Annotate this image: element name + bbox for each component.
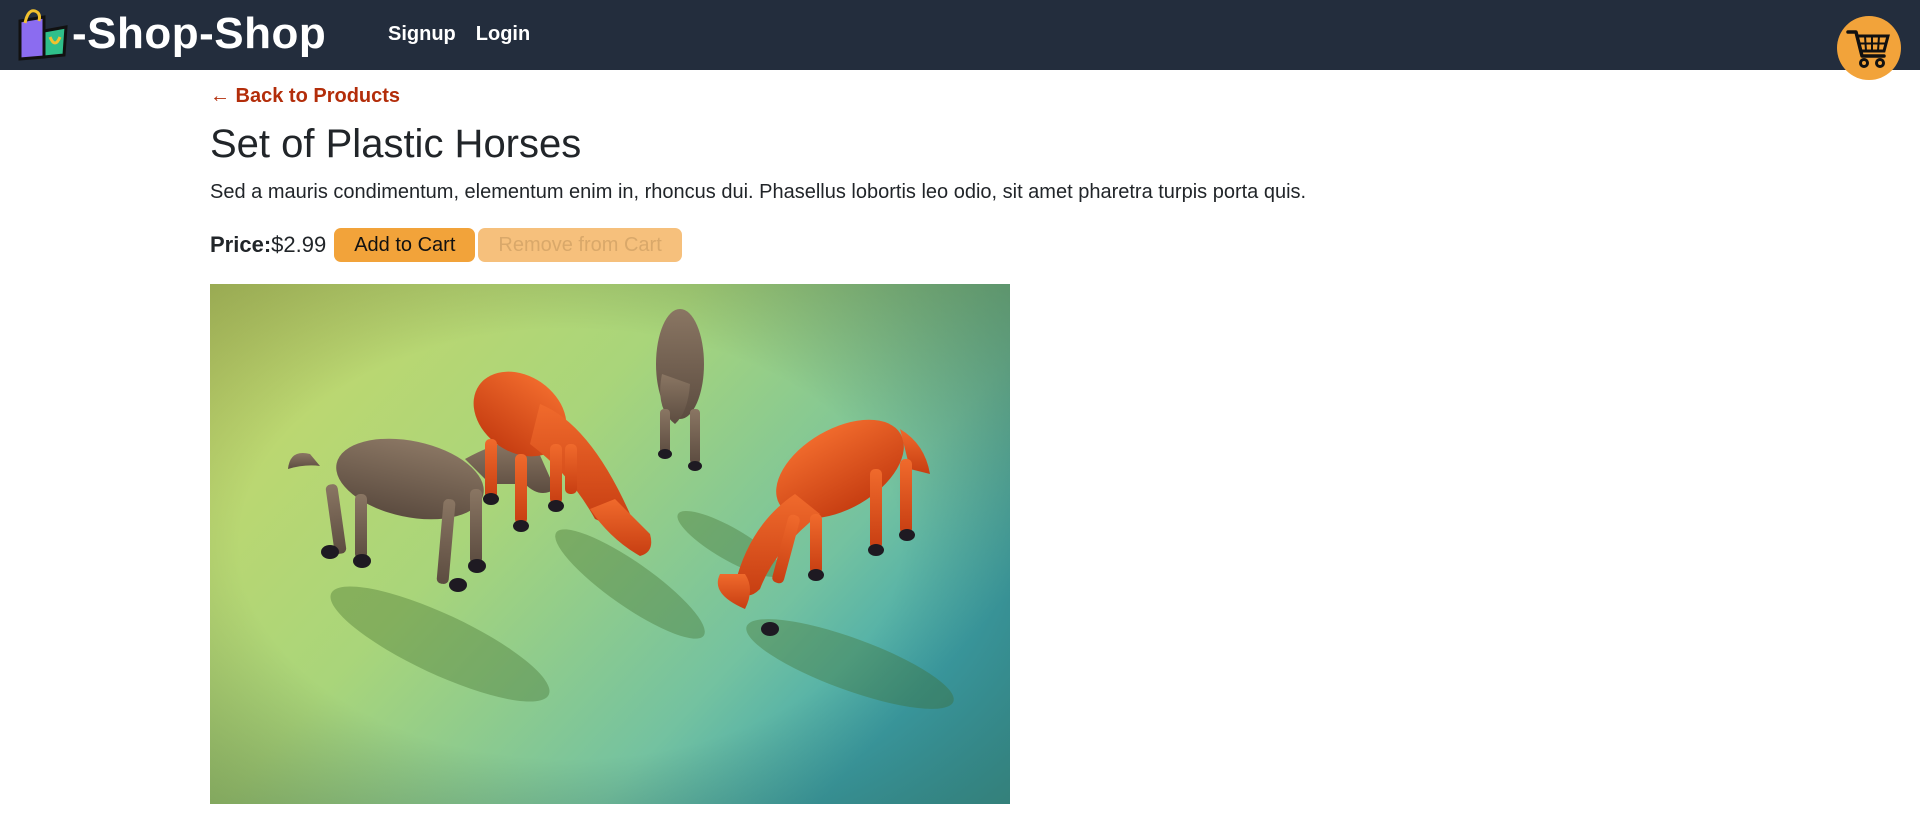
- back-to-products-link[interactable]: ← Back to Products: [210, 82, 1710, 110]
- add-to-cart-button[interactable]: Add to Cart: [334, 228, 476, 262]
- product-image-plastic-horses: [210, 284, 1010, 804]
- cart-button[interactable]: [1837, 16, 1901, 80]
- shopping-bag-logo-icon: [18, 9, 68, 61]
- brand[interactable]: -Shop-Shop: [14, 6, 326, 62]
- product-description: Sed a mauris condimentum, elementum enim…: [210, 181, 1307, 203]
- signup-link[interactable]: Signup: [388, 23, 456, 46]
- shopping-cart-icon: [1846, 30, 1890, 68]
- price-value: $2.99: [271, 232, 327, 257]
- product-title: Set of Plastic Horses: [210, 122, 582, 166]
- login-link[interactable]: Login: [476, 23, 530, 46]
- price-row: Price: $2.99 Add to Cart Remove from Car…: [210, 228, 1710, 262]
- remove-from-cart-button[interactable]: Remove from Cart: [478, 228, 682, 262]
- brand-title: -Shop-Shop: [72, 9, 327, 58]
- product-detail: ← Back to Products Set of Plastic Horses…: [210, 82, 1710, 804]
- navbar: -Shop-Shop Signup Login: [0, 0, 1920, 70]
- price-label: Price:: [210, 232, 272, 257]
- nav-links: Signup Login: [388, 23, 530, 46]
